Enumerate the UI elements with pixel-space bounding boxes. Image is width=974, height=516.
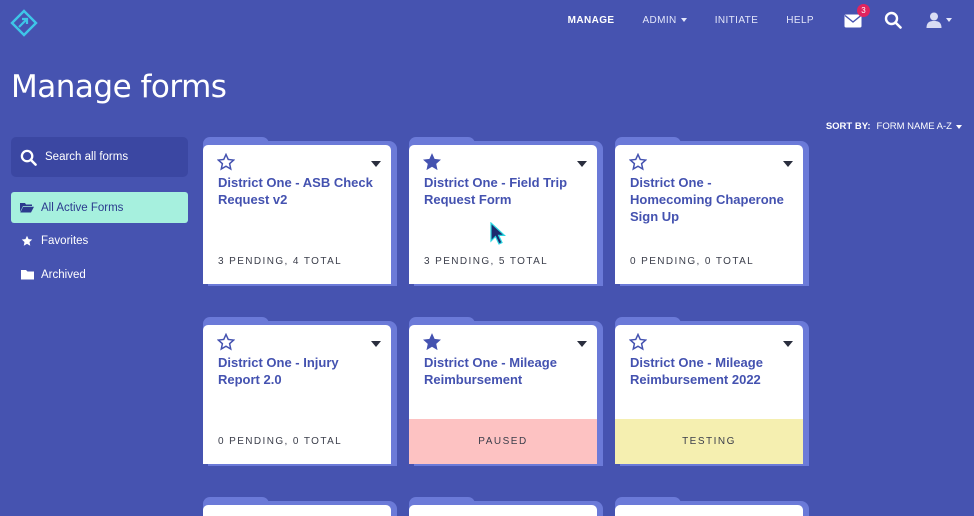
card-menu-icon[interactable] — [371, 341, 381, 347]
nav-manage[interactable]: MANAGE — [568, 15, 615, 26]
form-card[interactable]: District One - Homecoming Chaperone Sign… — [615, 137, 809, 286]
sort-value: FORM NAME A-Z — [876, 121, 952, 132]
star-outline-icon[interactable] — [217, 333, 235, 351]
card-menu-icon[interactable] — [371, 161, 381, 167]
chevron-down-icon — [946, 18, 952, 22]
form-stats: 3 PENDING, 4 TOTAL — [218, 256, 343, 267]
search-forms-input[interactable]: Search all forms — [11, 137, 188, 177]
form-card[interactable]: District One - Mileage Reimbursement 202… — [615, 317, 809, 466]
mouse-cursor-icon — [490, 222, 506, 245]
star-outline-icon[interactable] — [629, 333, 647, 351]
user-icon — [926, 12, 942, 28]
sidebar-item-archived[interactable]: Archived — [11, 259, 188, 290]
sort-control[interactable]: SORT BY: FORM NAME A-Z — [826, 121, 962, 132]
form-title[interactable]: District One - Field Trip Request Form — [424, 174, 587, 208]
form-stats: 0 PENDING, 0 TOTAL — [218, 436, 343, 447]
mail-button[interactable]: 3 — [844, 4, 870, 28]
nav-initiate[interactable]: INITIATE — [715, 15, 759, 26]
folder-icon — [19, 269, 35, 280]
search-placeholder: Search all forms — [45, 151, 129, 163]
page-title: Manage forms — [11, 69, 227, 105]
search-icon — [20, 149, 37, 166]
form-stats: 3 PENDING, 5 TOTAL — [424, 256, 549, 267]
form-title[interactable]: District One - Mileage Reimbursement 202… — [630, 354, 793, 388]
top-nav: MANAGE ADMIN INITIATE HELP 3 — [540, 0, 952, 40]
form-title[interactable]: District One - Homecoming Chaperone Sign… — [630, 174, 793, 225]
form-title[interactable]: District One - ASB Check Request v2 — [218, 174, 381, 208]
folder-open-icon — [19, 202, 35, 213]
sidebar-item-all-active-forms[interactable]: All Active Forms — [11, 192, 188, 223]
logo-icon[interactable] — [10, 9, 38, 37]
form-title[interactable]: District One - Injury Report 2.0 — [218, 354, 381, 388]
form-card-partial[interactable] — [203, 497, 397, 516]
search-button[interactable] — [884, 11, 902, 29]
star-icon — [19, 235, 35, 247]
form-title[interactable]: District One - Mileage Reimbursement — [424, 354, 587, 388]
user-menu-button[interactable] — [926, 12, 952, 28]
search-icon — [884, 11, 902, 29]
status-badge-testing: TESTING — [615, 419, 803, 464]
star-outline-icon[interactable] — [629, 153, 647, 171]
form-stats: 0 PENDING, 0 TOTAL — [630, 256, 755, 267]
form-card[interactable]: District One - ASB Check Request v2 3 PE… — [203, 137, 397, 286]
form-card[interactable]: District One - Field Trip Request Form 3… — [409, 137, 603, 286]
status-badge-paused: PAUSED — [409, 419, 597, 464]
chevron-down-icon — [956, 124, 962, 129]
form-card[interactable]: District One - Injury Report 2.0 0 PENDI… — [203, 317, 397, 466]
form-card[interactable]: District One - Mileage Reimbursement PAU… — [409, 317, 603, 466]
card-menu-icon[interactable] — [783, 161, 793, 167]
notification-badge: 3 — [857, 4, 870, 17]
sidebar-item-favorites[interactable]: Favorites — [11, 225, 188, 256]
star-filled-icon[interactable] — [423, 333, 441, 351]
star-filled-icon[interactable] — [423, 153, 441, 171]
chevron-down-icon — [680, 18, 687, 22]
nav-help[interactable]: HELP — [786, 15, 814, 26]
card-menu-icon[interactable] — [783, 341, 793, 347]
form-card-partial[interactable] — [615, 497, 809, 516]
star-outline-icon[interactable] — [217, 153, 235, 171]
card-menu-icon[interactable] — [577, 161, 587, 167]
form-card-partial[interactable] — [409, 497, 603, 516]
sort-label: SORT BY: — [825, 121, 871, 132]
card-menu-icon[interactable] — [577, 341, 587, 347]
nav-admin[interactable]: ADMIN — [642, 15, 687, 26]
